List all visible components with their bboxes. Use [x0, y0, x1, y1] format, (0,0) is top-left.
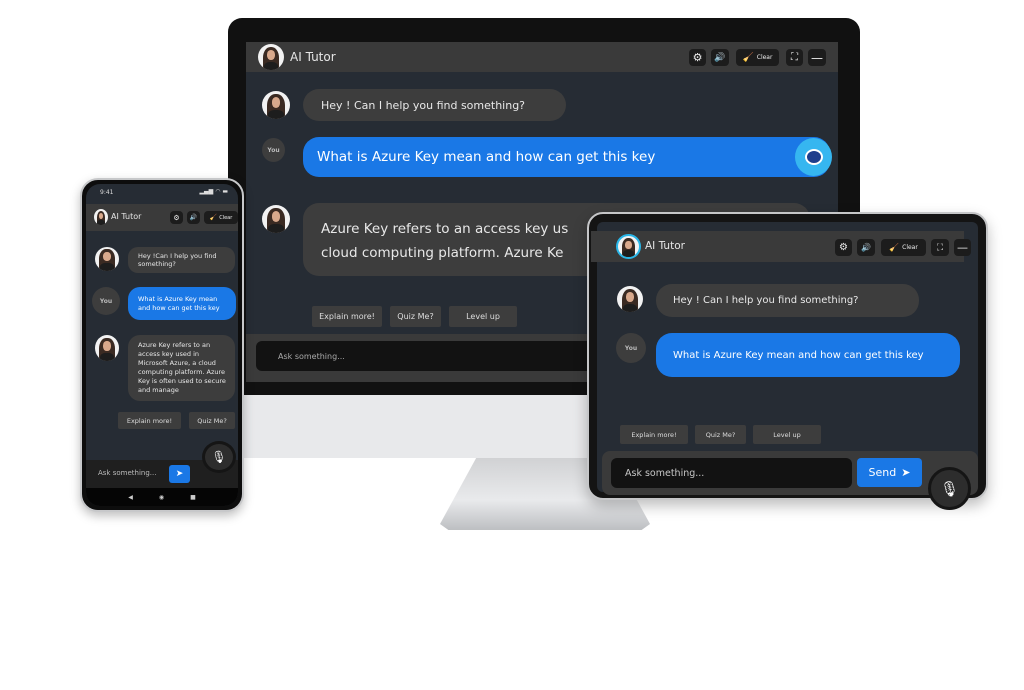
- broom-icon: 🧹: [889, 243, 900, 252]
- robot-button[interactable]: [795, 138, 832, 176]
- input-bar: Ask something... Send ➤: [602, 451, 978, 495]
- app-title: AI Tutor: [290, 50, 336, 64]
- tablet-screen: AI Tutor ⚙ 🔊 🧹 Clear ⛶ — Hey ! Can I help…: [591, 222, 978, 510]
- expand-button[interactable]: ⛶: [931, 239, 949, 256]
- user-message: What is Azure Key mean and how can get t…: [128, 287, 236, 320]
- gear-icon: ⚙: [839, 242, 848, 253]
- microphone-icon: 🎙: [939, 479, 960, 498]
- suggestion-quiz-me[interactable]: Quiz Me?: [695, 425, 746, 444]
- tutor-avatar: [617, 286, 643, 312]
- speaker-icon: 🔊: [714, 52, 726, 63]
- broom-icon: 🧹: [742, 52, 754, 63]
- tablet-device: AI Tutor ⚙ 🔊 🧹 Clear ⛶ — Hey ! Can I help…: [587, 212, 988, 510]
- chat-header: AI Tutor ⚙ 🔊 🧹 Clear ⛶ —: [246, 42, 838, 72]
- tutor-avatar: [95, 335, 119, 361]
- send-button[interactable]: Send ➤: [857, 458, 922, 487]
- microphone-icon: 🎙: [211, 450, 227, 464]
- bot-message: Hey ! Can I help you find something?: [303, 89, 566, 121]
- bot-message: Hey !Can I help you find something?: [128, 247, 235, 273]
- mic-button[interactable]: 🎙: [202, 441, 236, 473]
- tutor-avatar: [262, 91, 290, 119]
- tutor-avatar: [616, 234, 641, 259]
- expand-icon: ⛶: [791, 52, 798, 63]
- gear-icon: ⚙: [173, 213, 180, 222]
- chat-header: AI Tutor ⚙ 🔊 🧹 Clear ⛶ —: [591, 231, 971, 262]
- user-message: What is Azure Key mean and how can get t…: [303, 137, 830, 177]
- clear-button[interactable]: 🧹 Clear: [204, 211, 238, 224]
- speaker-icon: 🔊: [189, 214, 198, 221]
- speaker-icon: 🔊: [861, 243, 871, 252]
- clear-label: Clear: [219, 214, 233, 221]
- settings-button[interactable]: ⚙: [689, 49, 706, 66]
- chat-header: AI Tutor ⚙ 🔊 🧹 Clear: [86, 204, 238, 231]
- sound-button[interactable]: 🔊: [711, 49, 729, 66]
- message-input[interactable]: Ask something...: [98, 469, 156, 477]
- gear-icon: ⚙: [692, 51, 703, 64]
- send-icon: ➤: [901, 466, 911, 479]
- tutor-avatar: [258, 44, 284, 70]
- minimize-icon: —: [957, 241, 968, 254]
- back-button[interactable]: ◀: [128, 494, 133, 501]
- send-label: Send: [868, 466, 897, 479]
- recents-button[interactable]: ■: [190, 494, 196, 501]
- settings-button[interactable]: ⚙: [835, 239, 852, 256]
- suggestion-quiz-me[interactable]: Quiz Me?: [189, 412, 235, 429]
- user-avatar: You: [262, 138, 285, 162]
- suggestion-quiz-me[interactable]: Quiz Me?: [390, 306, 441, 327]
- tutor-avatar: [262, 205, 290, 233]
- minimize-button[interactable]: —: [954, 239, 971, 256]
- user-avatar: You: [616, 333, 646, 363]
- suggestion-explain-more[interactable]: Explain more!: [312, 306, 382, 327]
- tutor-avatar: [95, 247, 119, 271]
- robot-icon: [804, 149, 823, 165]
- clear-label: Clear: [902, 244, 918, 251]
- clear-button[interactable]: 🧹 Clear: [736, 49, 779, 66]
- send-button[interactable]: ➤: [169, 465, 190, 483]
- nav-bar: ◀ ◉ ■: [86, 488, 238, 506]
- expand-button[interactable]: ⛶: [786, 49, 803, 66]
- clear-button[interactable]: 🧹 Clear: [881, 239, 926, 256]
- broom-icon: 🧹: [209, 214, 218, 221]
- sound-button[interactable]: 🔊: [187, 211, 200, 224]
- tutor-avatar: [94, 209, 108, 225]
- status-time: 9:41: [100, 189, 114, 196]
- suggestion-level-up[interactable]: Level up: [449, 306, 517, 327]
- bot-message: Hey ! Can I help you find something?: [656, 284, 919, 317]
- app-title: AI Tutor: [645, 240, 685, 252]
- suggestion-level-up[interactable]: Level up: [753, 425, 821, 444]
- status-icons: ▂▄▆ ◠ ▬: [199, 188, 228, 195]
- minimize-icon: —: [811, 50, 823, 65]
- send-icon: ➤: [175, 469, 184, 479]
- phone-screen: 9:41 ▂▄▆ ◠ ▬ AI Tutor ⚙ 🔊 🧹 Clear Hey !Ca…: [86, 184, 238, 506]
- suggestion-explain-more[interactable]: Explain more!: [118, 412, 181, 429]
- app-title: AI Tutor: [111, 212, 142, 221]
- sound-button[interactable]: 🔊: [857, 239, 875, 256]
- mic-button[interactable]: 🎙: [928, 467, 971, 510]
- user-message: What is Azure Key mean and how can get t…: [656, 333, 960, 377]
- user-avatar: You: [92, 287, 120, 315]
- clear-label: Clear: [756, 54, 773, 61]
- suggestion-explain-more[interactable]: Explain more!: [620, 425, 688, 444]
- message-input[interactable]: Ask something...: [611, 458, 852, 488]
- settings-button[interactable]: ⚙: [170, 211, 183, 224]
- expand-icon: ⛶: [936, 242, 944, 253]
- minimize-button[interactable]: —: [808, 49, 826, 66]
- bot-message: Azure Key refers to an access key used i…: [128, 335, 235, 401]
- phone-device: 9:41 ▂▄▆ ◠ ▬ AI Tutor ⚙ 🔊 🧹 Clear Hey !Ca…: [80, 178, 244, 512]
- home-button[interactable]: ◉: [159, 494, 164, 501]
